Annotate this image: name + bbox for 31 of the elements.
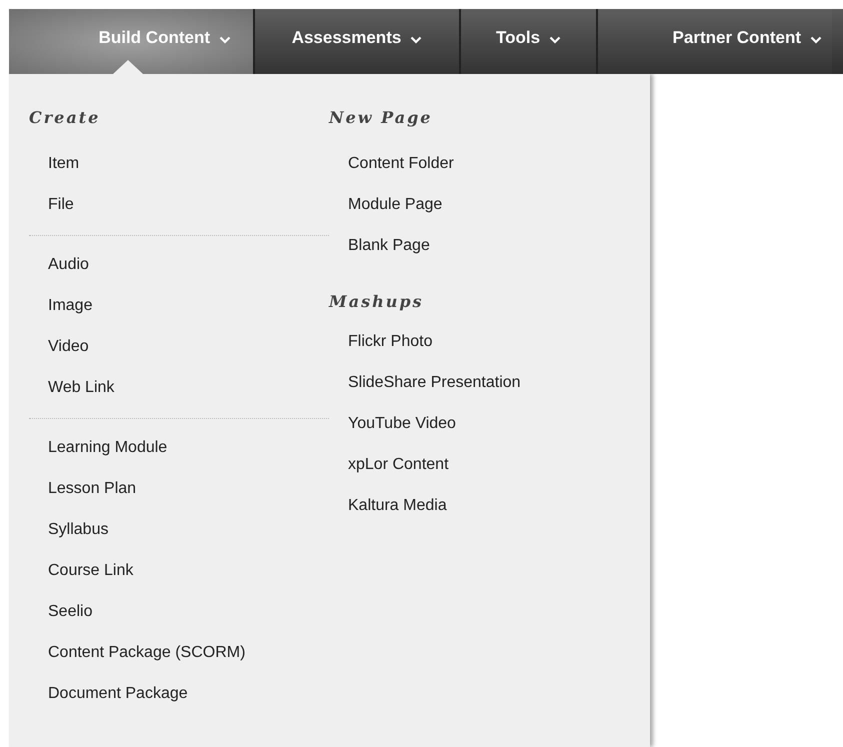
section-heading: Mashups — [329, 292, 424, 313]
caret-icon — [410, 36, 422, 44]
menu-item[interactable]: Video — [29, 327, 89, 368]
menu-item[interactable]: Web Link — [29, 368, 114, 409]
menu-item[interactable]: Image — [29, 286, 92, 327]
caret-icon — [549, 36, 562, 44]
menu-item[interactable]: Flickr Photo — [329, 322, 432, 363]
menu-item[interactable]: Document Package — [29, 674, 188, 715]
section-heading: Create — [29, 108, 100, 129]
menu-item[interactable]: YouTube Video — [329, 404, 456, 445]
caret-icon — [219, 36, 231, 44]
menu-item[interactable]: Content Package (SCORM) — [29, 633, 246, 674]
menu-item[interactable]: xpLor Content — [329, 445, 449, 486]
menu-item[interactable]: Blank Page — [329, 226, 430, 267]
menu-item[interactable]: Syllabus — [29, 510, 108, 551]
menu-tab[interactable]: Assessments — [255, 9, 461, 74]
menu-item[interactable]: Course Link — [29, 551, 134, 592]
menu-item[interactable]: Learning Module — [29, 428, 168, 469]
menu-item[interactable]: Seelio — [29, 592, 92, 633]
menu-item[interactable]: File — [29, 185, 74, 226]
menu-item[interactable]: Audio — [29, 245, 89, 286]
menu-tab[interactable]: Tools — [461, 9, 598, 74]
menu-tab[interactable]: Partner Content — [598, 9, 832, 74]
menu-item[interactable]: Module Page — [329, 185, 442, 226]
menu-item[interactable]: SlideShare Presentation — [329, 363, 521, 404]
section-heading: New Page — [329, 108, 432, 129]
menu-item[interactable]: Lesson Plan — [29, 469, 136, 510]
caret-icon — [810, 36, 822, 44]
menu-item[interactable]: Kaltura Media — [329, 486, 447, 527]
menu-item[interactable]: Item — [29, 144, 80, 185]
menu-item[interactable]: Content Folder — [329, 144, 454, 185]
